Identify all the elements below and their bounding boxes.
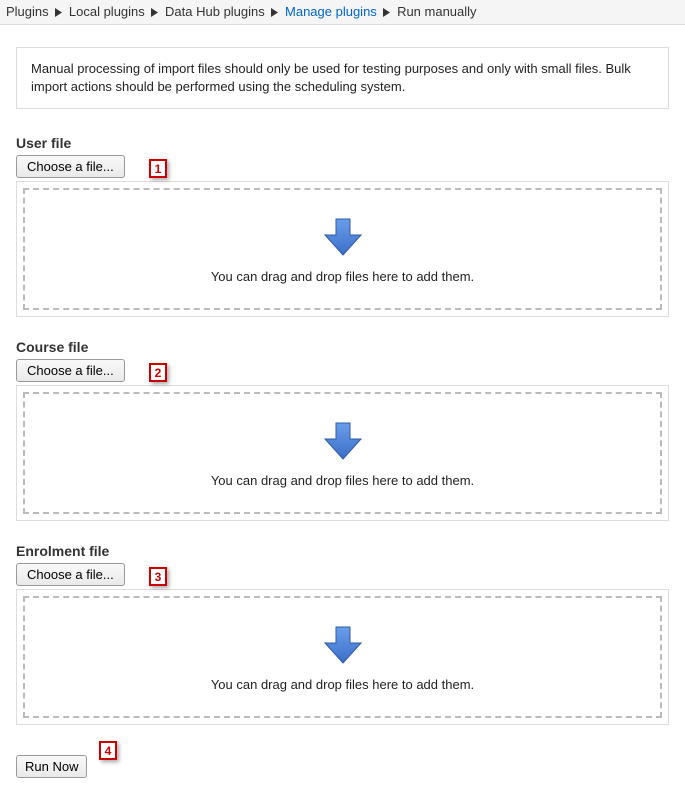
user-file-title: User file <box>16 135 669 151</box>
user-dropzone[interactable]: You can drag and drop files here to add … <box>23 188 662 310</box>
enrolment-dropzone[interactable]: You can drag and drop files here to add … <box>23 596 662 718</box>
breadcrumb-item-local-plugins[interactable]: Local plugins <box>69 4 145 19</box>
chevron-right-icon <box>383 5 390 20</box>
breadcrumb-item-run-manually: Run manually <box>397 4 477 19</box>
enrolment-dropzone-text: You can drag and drop files here to add … <box>211 677 474 692</box>
course-file-section: Course file Choose a file... 2 You can d… <box>16 339 669 521</box>
download-arrow-icon <box>321 623 365 667</box>
course-file-title: Course file <box>16 339 669 355</box>
choose-file-button-course[interactable]: Choose a file... <box>16 359 125 382</box>
chevron-right-icon <box>271 5 278 20</box>
info-message: Manual processing of import files should… <box>16 47 669 109</box>
choose-file-button-enrolment[interactable]: Choose a file... <box>16 563 125 586</box>
run-now-button[interactable]: Run Now <box>16 755 87 778</box>
chevron-right-icon <box>151 5 158 20</box>
course-dropzone-container: You can drag and drop files here to add … <box>16 385 669 521</box>
course-dropzone[interactable]: You can drag and drop files here to add … <box>23 392 662 514</box>
enrolment-file-title: Enrolment file <box>16 543 669 559</box>
download-arrow-icon <box>321 419 365 463</box>
callout-3: 3 <box>149 567 167 586</box>
download-arrow-icon <box>321 215 365 259</box>
user-dropzone-container: You can drag and drop files here to add … <box>16 181 669 317</box>
user-file-section: User file Choose a file... 1 You can dra… <box>16 135 669 317</box>
run-row: 4 Run Now <box>16 747 669 778</box>
course-dropzone-text: You can drag and drop files here to add … <box>211 473 474 488</box>
breadcrumb-item-data-hub[interactable]: Data Hub plugins <box>165 4 265 19</box>
choose-file-button-user[interactable]: Choose a file... <box>16 155 125 178</box>
callout-2: 2 <box>149 363 167 382</box>
chevron-right-icon <box>55 5 62 20</box>
breadcrumb-item-plugins[interactable]: Plugins <box>6 4 49 19</box>
callout-4: 4 <box>99 741 117 760</box>
breadcrumb: Plugins Local plugins Data Hub plugins M… <box>0 0 685 25</box>
callout-1: 1 <box>149 159 167 178</box>
user-dropzone-text: You can drag and drop files here to add … <box>211 269 474 284</box>
enrolment-dropzone-container: You can drag and drop files here to add … <box>16 589 669 725</box>
breadcrumb-item-manage-plugins[interactable]: Manage plugins <box>285 4 377 19</box>
enrolment-file-section: Enrolment file Choose a file... 3 You ca… <box>16 543 669 725</box>
